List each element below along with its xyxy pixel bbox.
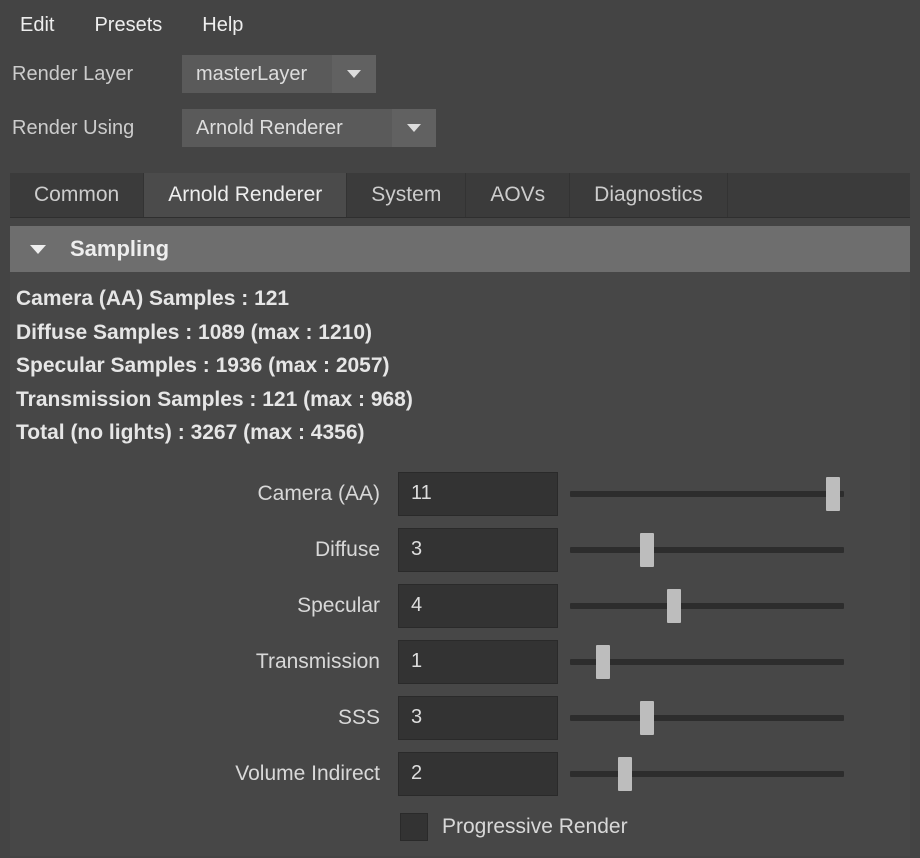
stat-total: Total (no lights) : 3267 (max : 4356) (16, 416, 904, 450)
input-transmission[interactable] (398, 640, 558, 684)
slider-thumb[interactable] (826, 477, 840, 511)
input-sss[interactable] (398, 696, 558, 740)
render-using-value: Arnold Renderer (182, 117, 392, 140)
sampling-header[interactable]: Sampling (10, 226, 910, 272)
input-specular[interactable] (398, 584, 558, 628)
chevron-down-icon (392, 109, 436, 147)
sampling-stats: Camera (AA) Samples : 121 Diffuse Sample… (10, 272, 910, 458)
tab-aovs[interactable]: AOVs (466, 173, 570, 217)
label-sss: SSS (16, 706, 386, 730)
render-layer-label: Render Layer (12, 63, 172, 86)
slider-specular[interactable] (570, 584, 850, 628)
input-diffuse[interactable] (398, 528, 558, 572)
menu-presets[interactable]: Presets (94, 14, 162, 37)
menu-edit[interactable]: Edit (20, 14, 54, 37)
label-transmission: Transmission (16, 650, 386, 674)
tab-common[interactable]: Common (10, 173, 144, 217)
stat-transmission: Transmission Samples : 121 (max : 968) (16, 383, 904, 417)
render-layer-dropdown[interactable]: masterLayer (182, 55, 376, 93)
slider-thumb[interactable] (640, 701, 654, 735)
label-volume-indirect: Volume Indirect (16, 762, 386, 786)
render-using-row: Render Using Arnold Renderer (0, 101, 920, 155)
input-volume-indirect[interactable] (398, 752, 558, 796)
slider-thumb[interactable] (640, 533, 654, 567)
stat-diffuse: Diffuse Samples : 1089 (max : 1210) (16, 316, 904, 350)
slider-camera-aa[interactable] (570, 472, 850, 516)
tab-system[interactable]: System (347, 173, 466, 217)
stat-camera-aa: Camera (AA) Samples : 121 (16, 282, 904, 316)
row-camera-aa: Camera (AA) (16, 466, 904, 522)
row-volume-indirect: Volume Indirect (16, 746, 904, 802)
menu-help[interactable]: Help (202, 14, 243, 37)
input-camera-aa[interactable] (398, 472, 558, 516)
slider-thumb[interactable] (596, 645, 610, 679)
render-using-dropdown[interactable]: Arnold Renderer (182, 109, 436, 147)
slider-group: Camera (AA) Diffuse Specular Transmissio… (10, 458, 910, 856)
menubar: Edit Presets Help (0, 0, 920, 47)
row-diffuse: Diffuse (16, 522, 904, 578)
row-specular: Specular (16, 578, 904, 634)
tabs: Common Arnold Renderer System AOVs Diagn… (10, 173, 910, 218)
sampling-title: Sampling (70, 236, 169, 262)
slider-thumb[interactable] (618, 757, 632, 791)
render-layer-row: Render Layer masterLayer (0, 47, 920, 101)
tab-arnold-renderer[interactable]: Arnold Renderer (144, 173, 347, 217)
sampling-panel: Sampling Camera (AA) Samples : 121 Diffu… (10, 226, 910, 856)
slider-diffuse[interactable] (570, 528, 850, 572)
checkbox-progressive-render[interactable] (400, 813, 428, 841)
label-specular: Specular (16, 594, 386, 618)
row-transmission: Transmission (16, 634, 904, 690)
slider-sss[interactable] (570, 696, 850, 740)
collapse-icon (30, 245, 46, 254)
row-progressive-render: Progressive Render (16, 802, 904, 852)
stat-specular: Specular Samples : 1936 (max : 2057) (16, 349, 904, 383)
chevron-down-icon (332, 55, 376, 93)
tab-diagnostics[interactable]: Diagnostics (570, 173, 728, 217)
row-sss: SSS (16, 690, 904, 746)
label-progressive-render: Progressive Render (442, 815, 628, 839)
render-using-label: Render Using (12, 117, 172, 140)
render-layer-value: masterLayer (182, 63, 332, 86)
slider-thumb[interactable] (667, 589, 681, 623)
label-camera-aa: Camera (AA) (16, 482, 386, 506)
slider-transmission[interactable] (570, 640, 850, 684)
label-diffuse: Diffuse (16, 538, 386, 562)
slider-volume-indirect[interactable] (570, 752, 850, 796)
